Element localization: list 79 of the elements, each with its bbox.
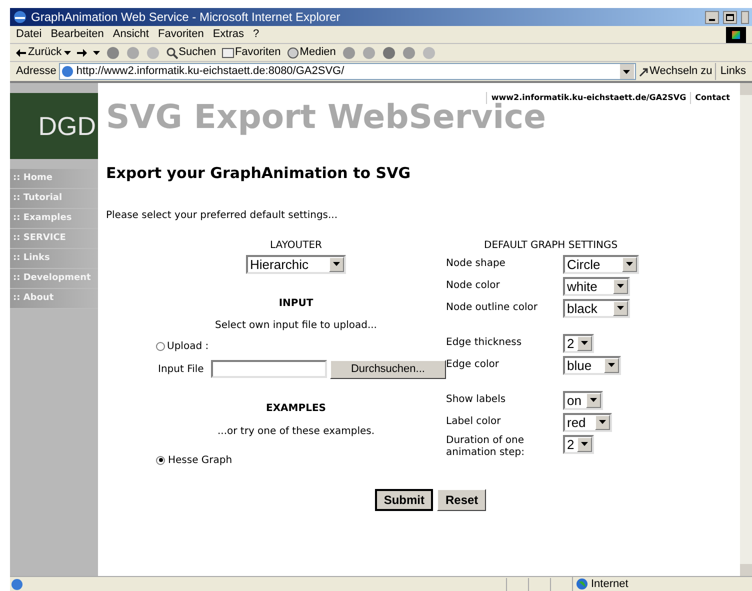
back-button[interactable]: Zurück <box>16 44 71 61</box>
dropdown[interactable]: white <box>563 276 630 296</box>
caret-icon <box>586 392 601 408</box>
menu-item[interactable]: Ansicht <box>112 26 149 43</box>
media-button[interactable]: Medien <box>286 44 336 61</box>
form-button[interactable]: Reset <box>437 488 486 510</box>
section-heading: INPUT <box>278 296 314 310</box>
page-heading: Export your GraphAnimation to SVG <box>106 163 412 184</box>
browse-button[interactable]: Durchsuchen... <box>330 360 446 378</box>
address-label: Adresse <box>16 64 56 80</box>
menu-item[interactable]: Extras <box>212 26 244 43</box>
caret-icon <box>329 256 344 272</box>
dropdown[interactable]: black <box>563 298 630 318</box>
browser-icon <box>13 10 27 24</box>
section-heading: EXAMPLES <box>266 402 326 416</box>
caret-icon[interactable] <box>92 50 100 54</box>
hint-text: Select own input file to upload... <box>215 318 377 332</box>
caret-icon <box>64 50 71 54</box>
caret-icon <box>604 358 619 372</box>
setting-label: Node outline color <box>446 302 539 314</box>
caret-icon <box>620 64 634 79</box>
search-icon <box>166 46 178 58</box>
minimize-button[interactable] <box>705 10 719 24</box>
caret-icon <box>577 336 592 350</box>
page-icon <box>61 65 74 78</box>
dropdown[interactable]: Circle <box>563 254 639 274</box>
links-button[interactable]: Links <box>715 63 746 80</box>
radio-label: Hesse Graph <box>168 454 232 468</box>
menu-item[interactable]: Bearbeiten <box>50 26 104 43</box>
dropdown[interactable]: on <box>563 390 603 410</box>
zone-label: Internet <box>591 576 628 591</box>
menu-item[interactable]: Datei <box>16 26 42 43</box>
setting-label: Node color <box>446 280 501 292</box>
page-icon <box>10 578 24 590</box>
windows-logo-icon <box>726 26 746 42</box>
header-link[interactable]: Contact <box>690 92 730 104</box>
setting-label: Edge thickness <box>446 337 523 349</box>
intro-text: Please select your preferred default settings... <box>106 208 339 222</box>
close-button[interactable] <box>741 10 749 24</box>
field-label: Input File <box>158 362 204 376</box>
media-icon <box>286 46 299 58</box>
caret-icon <box>613 278 628 294</box>
forward-icon[interactable] <box>76 48 87 56</box>
caret-icon <box>595 414 610 430</box>
folder-icon <box>222 47 234 58</box>
dropdown[interactable]: blue <box>563 356 621 374</box>
dropdown[interactable]: 2 <box>563 434 594 454</box>
dropdown[interactable]: red <box>563 412 612 432</box>
search-button[interactable]: Suchen <box>166 44 216 61</box>
hint-text: ...or try one of these examples. <box>217 424 375 438</box>
setting-label: Duration of one animation step: <box>446 434 526 458</box>
caret-icon <box>613 300 628 316</box>
address-field[interactable]: http://www2.informatik.ku-eichstaett.de:8080/GA2SVG/ <box>59 63 636 80</box>
dropdown[interactable]: 2 <box>563 334 594 352</box>
go-button[interactable]: Wechseln zu <box>638 63 712 80</box>
setting-label: Show labels <box>446 394 507 406</box>
radio-button[interactable] <box>156 456 165 464</box>
radio-label: Upload : <box>167 340 209 354</box>
setting-label: Node shape <box>446 258 506 270</box>
file-field[interactable] <box>210 360 327 378</box>
maximize-button[interactable] <box>723 10 737 24</box>
section-heading: LAYOUTER <box>270 238 322 252</box>
menu-item[interactable]: Favoriten <box>158 26 204 43</box>
menu-item[interactable]: ? <box>253 26 260 43</box>
favorites-button[interactable]: Favoriten <box>222 44 281 61</box>
section-heading: DEFAULT GRAPH SETTINGS <box>483 238 619 252</box>
left-arrow-icon <box>16 48 26 56</box>
form-button[interactable]: Submit <box>374 488 434 510</box>
logo: DGD <box>38 110 96 142</box>
caret-icon <box>622 256 637 272</box>
go-arrow-icon <box>638 66 649 76</box>
window-title: GraphAnimation Web Service - Microsoft Internet Explorer <box>31 9 342 26</box>
setting-label: Edge color <box>446 359 500 371</box>
radio-button[interactable] <box>156 342 165 350</box>
dropdown[interactable]: Hierarchic <box>246 254 346 274</box>
header-link[interactable]: www2.informatik.ku-eichstaett.de/GA2SVG <box>486 92 686 104</box>
globe-icon <box>576 578 588 590</box>
caret-icon <box>577 436 592 452</box>
setting-label: Label color <box>446 416 502 428</box>
